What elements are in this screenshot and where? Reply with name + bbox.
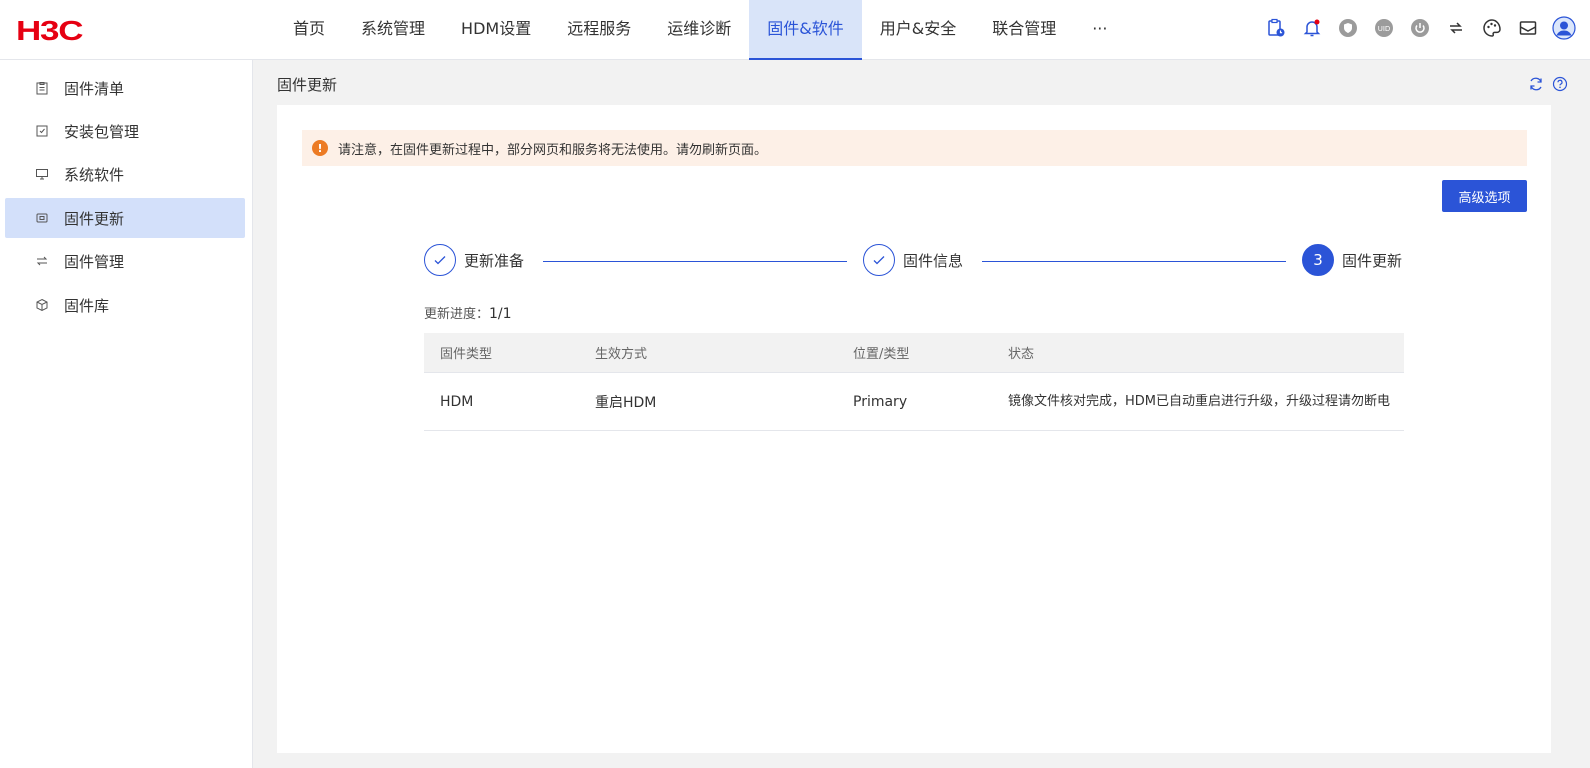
update-progress: 更新进度：1/1 [424, 303, 512, 322]
step-number: 3 [1302, 244, 1334, 276]
step-connector [543, 261, 847, 262]
clipboard-icon [35, 81, 49, 95]
sidebar-item-label: 固件管理 [64, 252, 125, 271]
sidebar-item-firmware-update[interactable]: 固件更新 [5, 198, 245, 238]
column-header: 状态 [1008, 347, 1035, 362]
sidebar-item-label: 安装包管理 [64, 122, 140, 141]
sidebar-item-system-software[interactable]: 系统软件 [5, 154, 245, 194]
table-row: HDM 重启HDM Primary 镜像文件核对完成，HDM已自动重启进行升级，… [424, 373, 1404, 431]
sidebar-item-package-management[interactable]: 安装包管理 [5, 111, 245, 151]
monitor-icon [35, 167, 49, 181]
uid-icon[interactable]: UID [1372, 14, 1396, 42]
table-header: 固件类型 生效方式 位置/类型 状态 [424, 333, 1404, 373]
column-header: 生效方式 [595, 347, 648, 362]
sidebar-item-label: 系统软件 [64, 165, 125, 184]
warning-alert: ! 请注意，在固件更新过程中，部分网页和服务将无法使用。请勿刷新页面。 [302, 130, 1527, 166]
sidebar-item-label: 固件库 [64, 296, 110, 315]
sidebar-item-firmware-list[interactable]: 固件清单 [5, 68, 245, 108]
sidebar: 固件清单 安装包管理 系统软件 固件更新 固件管理 固件库 [0, 60, 253, 768]
column-header: 位置/类型 [853, 347, 910, 362]
sidebar-item-firmware-library[interactable]: 固件库 [5, 285, 245, 325]
nav-remote-service[interactable]: 远程服务 [549, 0, 649, 60]
page-tools [1528, 76, 1568, 92]
check-icon [863, 244, 895, 276]
content-card: ! 请注意，在固件更新过程中，部分网页和服务将无法使用。请勿刷新页面。 高级选项… [277, 105, 1551, 753]
step-firmware-update: 3 固件更新 [1302, 244, 1402, 276]
page-title: 固件更新 [277, 76, 338, 94]
cell-status: 镜像文件核对完成，HDM已自动重启进行升级，升级过程请勿断电 [1008, 393, 1391, 409]
nav-hdm-settings[interactable]: HDM设置 [443, 0, 549, 60]
bell-icon[interactable] [1300, 14, 1324, 42]
package-icon [35, 124, 49, 138]
help-icon[interactable] [1552, 76, 1568, 92]
refresh-icon[interactable] [1528, 76, 1544, 92]
cell-activation-mode: 重启HDM [595, 394, 657, 411]
mail-icon[interactable] [1516, 14, 1540, 42]
warning-icon: ! [312, 140, 328, 156]
firmware-table: 固件类型 生效方式 位置/类型 状态 HDM 重启HDM Primary 镜像文… [424, 333, 1404, 431]
step-firmware-info: 固件信息 [863, 244, 963, 276]
nav-user-security[interactable]: 用户&安全 [862, 0, 974, 60]
column-header: 固件类型 [440, 347, 493, 362]
nav-federation[interactable]: 联合管理 [974, 0, 1074, 60]
sidebar-item-firmware-management[interactable]: 固件管理 [5, 241, 245, 281]
shield-icon[interactable] [1336, 14, 1360, 42]
cell-location-type: Primary [853, 393, 908, 410]
clipboard-clock-icon[interactable] [1264, 14, 1288, 42]
progress-value: 1/1 [489, 306, 512, 322]
step-connector [982, 261, 1286, 262]
nav-diagnostics[interactable]: 运维诊断 [649, 0, 749, 60]
power-icon[interactable] [1408, 14, 1432, 42]
nav-home[interactable]: 首页 [275, 0, 343, 60]
swap-icon [35, 254, 49, 268]
progress-label: 更新进度： [424, 307, 490, 322]
sidebar-item-label: 固件清单 [64, 79, 125, 98]
advanced-options-button[interactable]: 高级选项 [1442, 180, 1527, 212]
nav-more[interactable]: ··· [1074, 0, 1125, 60]
chip-icon [35, 211, 49, 225]
svg-text:UID: UID [1378, 25, 1391, 33]
h3c-logo[interactable]: H3C [16, 15, 84, 47]
step-prepare: 更新准备 [424, 244, 524, 276]
step-label: 固件信息 [903, 251, 964, 270]
top-header: H3C 首页 系统管理 HDM设置 远程服务 运维诊断 固件&软件 用户&安全 … [0, 0, 1590, 60]
cell-firmware-type: HDM [440, 393, 474, 410]
nav-firmware-software[interactable]: 固件&软件 [749, 0, 862, 60]
palette-icon[interactable] [1480, 14, 1504, 42]
check-icon [424, 244, 456, 276]
cube-icon [35, 298, 49, 312]
nav-system-management[interactable]: 系统管理 [343, 0, 443, 60]
header-toolbar: UID [1264, 14, 1576, 42]
switch-icon[interactable] [1444, 14, 1468, 42]
avatar-icon[interactable] [1552, 14, 1576, 42]
step-label: 更新准备 [464, 251, 525, 270]
step-label: 固件更新 [1342, 251, 1403, 270]
alert-text: 请注意，在固件更新过程中，部分网页和服务将无法使用。请勿刷新页面。 [338, 142, 768, 158]
sidebar-item-label: 固件更新 [64, 209, 125, 228]
main-nav: 首页 系统管理 HDM设置 远程服务 运维诊断 固件&软件 用户&安全 联合管理… [275, 0, 1125, 60]
